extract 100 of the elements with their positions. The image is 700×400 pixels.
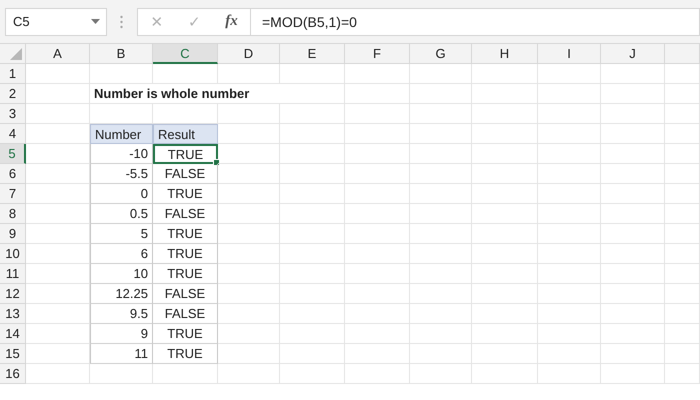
row-header[interactable]: 10 bbox=[0, 244, 26, 264]
empty-cell[interactable] bbox=[345, 184, 410, 204]
column-header[interactable]: B bbox=[90, 44, 153, 64]
empty-cell[interactable] bbox=[410, 164, 472, 184]
empty-cell[interactable] bbox=[665, 204, 700, 224]
empty-cell[interactable] bbox=[601, 64, 665, 84]
empty-cell[interactable] bbox=[218, 144, 280, 164]
empty-cell[interactable] bbox=[665, 224, 700, 244]
empty-cell[interactable] bbox=[345, 144, 410, 164]
empty-cell[interactable] bbox=[280, 244, 345, 264]
empty-cell[interactable] bbox=[345, 264, 410, 284]
empty-cell[interactable] bbox=[665, 324, 700, 344]
empty-cell[interactable] bbox=[601, 204, 665, 224]
empty-cell[interactable] bbox=[345, 124, 410, 144]
row-header[interactable]: 15 bbox=[0, 344, 26, 364]
empty-cell[interactable] bbox=[410, 264, 472, 284]
empty-cell[interactable] bbox=[280, 184, 345, 204]
empty-cell[interactable] bbox=[472, 324, 538, 344]
empty-cell[interactable] bbox=[601, 224, 665, 244]
empty-cell[interactable] bbox=[601, 284, 665, 304]
empty-cell[interactable] bbox=[472, 124, 538, 144]
empty-cell[interactable] bbox=[345, 284, 410, 304]
empty-cell[interactable] bbox=[472, 184, 538, 204]
empty-cell[interactable] bbox=[665, 344, 700, 364]
column-header[interactable]: G bbox=[410, 44, 472, 64]
empty-cell[interactable] bbox=[665, 84, 700, 104]
empty-cell[interactable] bbox=[472, 164, 538, 184]
empty-cell[interactable] bbox=[601, 164, 665, 184]
empty-cell[interactable] bbox=[218, 364, 280, 384]
empty-cell[interactable] bbox=[218, 64, 280, 84]
empty-cell[interactable] bbox=[601, 244, 665, 264]
empty-cell[interactable] bbox=[538, 344, 601, 364]
empty-cell[interactable] bbox=[410, 184, 472, 204]
empty-cell[interactable] bbox=[472, 244, 538, 264]
empty-cell[interactable] bbox=[601, 364, 665, 384]
row-header[interactable]: 5 bbox=[0, 144, 26, 164]
empty-cell[interactable] bbox=[218, 324, 280, 344]
empty-cell[interactable] bbox=[601, 324, 665, 344]
empty-cell[interactable] bbox=[218, 224, 280, 244]
empty-cell[interactable] bbox=[601, 124, 665, 144]
row-header[interactable]: 11 bbox=[0, 264, 26, 284]
row-header[interactable]: 3 bbox=[0, 104, 26, 124]
column-header[interactable]: A bbox=[26, 44, 90, 64]
column-header[interactable] bbox=[665, 44, 700, 64]
empty-cell[interactable] bbox=[601, 344, 665, 364]
row-header[interactable]: 14 bbox=[0, 324, 26, 344]
empty-cell[interactable] bbox=[218, 344, 280, 364]
empty-cell[interactable] bbox=[472, 264, 538, 284]
empty-cell[interactable] bbox=[345, 64, 410, 84]
row-header[interactable]: 9 bbox=[0, 224, 26, 244]
empty-cell[interactable] bbox=[345, 324, 410, 344]
empty-cell[interactable] bbox=[410, 64, 472, 84]
empty-cell[interactable] bbox=[410, 284, 472, 304]
empty-cell[interactable] bbox=[665, 244, 700, 264]
empty-cell[interactable] bbox=[538, 304, 601, 324]
dropdown-caret-icon[interactable] bbox=[91, 19, 100, 24]
empty-cell[interactable] bbox=[280, 224, 345, 244]
empty-cell[interactable] bbox=[280, 204, 345, 224]
empty-cell[interactable] bbox=[345, 344, 410, 364]
column-header[interactable]: J bbox=[601, 44, 665, 64]
empty-cell[interactable] bbox=[345, 164, 410, 184]
row-header[interactable]: 4 bbox=[0, 124, 26, 144]
empty-cell[interactable] bbox=[345, 364, 410, 384]
empty-cell[interactable] bbox=[538, 224, 601, 244]
empty-cell[interactable] bbox=[472, 224, 538, 244]
empty-cell[interactable] bbox=[601, 184, 665, 204]
empty-cell[interactable] bbox=[538, 184, 601, 204]
empty-cell[interactable] bbox=[280, 84, 345, 104]
row-header[interactable]: 2 bbox=[0, 84, 26, 104]
empty-cell[interactable] bbox=[538, 244, 601, 264]
column-header[interactable]: D bbox=[218, 44, 280, 64]
row-header[interactable]: 16 bbox=[0, 364, 26, 384]
empty-cell[interactable] bbox=[410, 304, 472, 324]
empty-cell[interactable] bbox=[538, 84, 601, 104]
empty-cell[interactable] bbox=[218, 244, 280, 264]
empty-cell[interactable] bbox=[538, 64, 601, 84]
empty-cell[interactable] bbox=[410, 324, 472, 344]
empty-cell[interactable] bbox=[538, 364, 601, 384]
empty-cell[interactable] bbox=[472, 304, 538, 324]
empty-cell[interactable] bbox=[538, 104, 601, 124]
empty-cell[interactable] bbox=[665, 364, 700, 384]
empty-cell[interactable] bbox=[280, 144, 345, 164]
empty-cell[interactable] bbox=[665, 184, 700, 204]
column-header[interactable]: H bbox=[472, 44, 538, 64]
column-header[interactable]: E bbox=[280, 44, 345, 64]
row-header[interactable]: 6 bbox=[0, 164, 26, 184]
empty-cell[interactable] bbox=[601, 264, 665, 284]
empty-cell[interactable] bbox=[345, 304, 410, 324]
empty-cell[interactable] bbox=[538, 324, 601, 344]
empty-cell[interactable] bbox=[280, 264, 345, 284]
empty-cell[interactable] bbox=[538, 284, 601, 304]
column-header[interactable]: I bbox=[538, 44, 601, 64]
row-header[interactable]: 8 bbox=[0, 204, 26, 224]
empty-cell[interactable] bbox=[665, 304, 700, 324]
empty-cell[interactable] bbox=[601, 104, 665, 124]
empty-cell[interactable] bbox=[280, 324, 345, 344]
empty-cell[interactable] bbox=[472, 104, 538, 124]
empty-cell[interactable] bbox=[665, 284, 700, 304]
empty-cell[interactable] bbox=[345, 204, 410, 224]
empty-cell[interactable] bbox=[601, 144, 665, 164]
